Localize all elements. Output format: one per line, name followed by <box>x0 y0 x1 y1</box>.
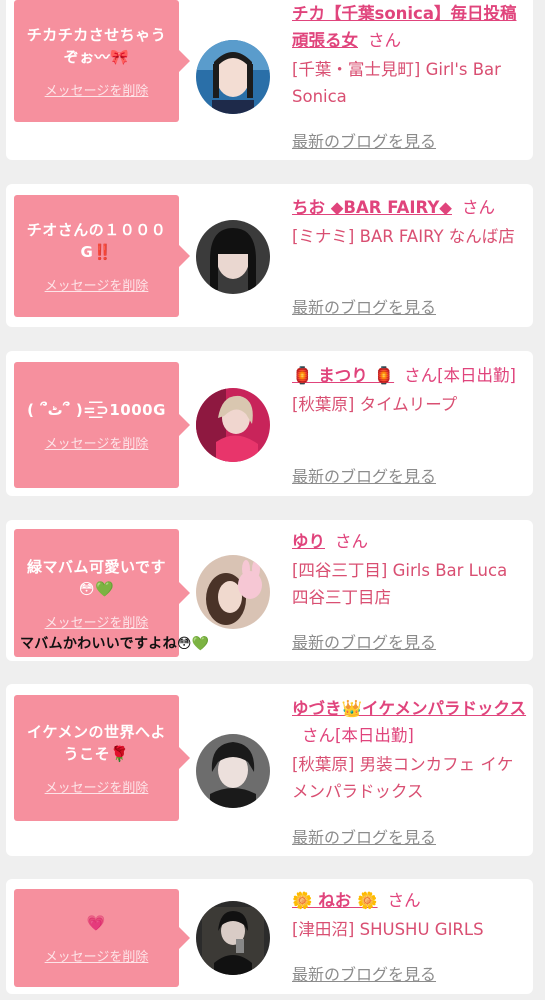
message-bubble: 💗 メッセージを削除 <box>14 889 190 987</box>
honorific: さん <box>404 366 438 385</box>
honorific: さん <box>335 532 368 551</box>
avatar[interactable] <box>196 40 270 114</box>
latest-blog-link[interactable]: 最新のブログを見る <box>292 128 436 152</box>
attendance-status: [本日出勤] <box>335 726 414 745</box>
shop-info: [津田沼] SHUSHU GIRLS <box>292 920 484 939</box>
cast-info: 🌼 ねお 🌼 さん [津田沼] SHUSHU GIRLS <box>292 887 528 943</box>
cast-info: 🏮 まつり 🏮 さん[本日出勤] [秋葉原] タイムリープ <box>292 362 528 418</box>
delete-message-link[interactable]: メッセージを削除 <box>45 433 149 452</box>
cast-info: チカ【千葉sonica】毎日投稿頑張る女 さん [千葉・富士見町] Girl's … <box>292 0 528 110</box>
avatar[interactable] <box>196 555 270 629</box>
shop-info: [四谷三丁目] Girls Bar Luca 四谷三丁目店 <box>292 561 508 607</box>
message-bubble: ( ՞ٹ՞ )=͟͟͞͞⊃1000G メッセージを削除 <box>14 362 190 488</box>
cast-name-link[interactable]: ちお ◆BAR FAIRY◆ <box>292 198 452 217</box>
latest-blog-link[interactable]: 最新のブログを見る <box>292 463 436 487</box>
delete-message-link[interactable]: メッセージを削除 <box>45 80 149 99</box>
shop-info: [千葉・富士見町] Girl's Bar Sonica <box>292 60 501 106</box>
message-bubble: チカチカさせちゃうぞぉ〰🎀 メッセージを削除 <box>14 0 190 122</box>
cast-info: ゆづき👑イケメンパラドックスさん[本日出勤] [秋葉原] 男装コンカフェ イケメ… <box>292 695 528 805</box>
delete-message-link[interactable]: メッセージを削除 <box>45 777 149 796</box>
message-bubble: チオさんの１０００G‼️ メッセージを削除 <box>14 195 190 317</box>
avatar[interactable] <box>196 901 270 975</box>
message-text: チカチカさせちゃうぞぉ〰🎀 <box>26 25 167 66</box>
cast-info: ゆり さん [四谷三丁目] Girls Bar Luca 四谷三丁目店 <box>292 528 528 611</box>
message-text: ( ՞ٹ՞ )=͟͟͞͞⊃1000G <box>27 400 166 419</box>
message-bubble: イケメンの世界へようこそ🌹 メッセージを削除 <box>14 695 190 821</box>
latest-blog-link[interactable]: 最新のブログを見る <box>292 294 436 318</box>
shop-info: [ミナミ] BAR FAIRY なんば店 <box>292 227 515 246</box>
message-card: チオさんの１０００G‼️ メッセージを削除 ちお ◆BAR FAIRY◆ さん [… <box>6 184 533 327</box>
cast-name-link[interactable]: チカ【千葉sonica】毎日投稿頑張る女 <box>292 4 516 50</box>
cast-name-link[interactable]: 🏮 まつり 🏮 <box>292 366 394 385</box>
honorific: さん <box>368 31 401 50</box>
honorific: さん <box>461 198 495 217</box>
cast-name-link[interactable]: ゆづき👑イケメンパラドックス <box>292 699 526 718</box>
message-text: イケメンの世界へようこそ🌹 <box>26 722 167 763</box>
message-card: 💗 メッセージを削除 🌼 ねお 🌼 さん [津田沼] SHUSHU GIRLS 最… <box>6 879 533 994</box>
message-card: ( ՞ٹ՞ )=͟͟͞͞⊃1000G メッセージを削除 🏮 まつり 🏮 さん[本日… <box>6 351 533 496</box>
latest-blog-link[interactable]: 最新のブログを見る <box>292 629 436 653</box>
honorific: さん <box>387 891 421 910</box>
cast-name-link[interactable]: 🌼 ねお 🌼 <box>292 891 378 910</box>
message-text: チオさんの１０００G‼️ <box>26 220 167 261</box>
avatar[interactable] <box>196 388 270 462</box>
delete-message-link[interactable]: メッセージを削除 <box>45 946 149 965</box>
cast-info: ちお ◆BAR FAIRY◆ さん [ミナミ] BAR FAIRY なんば店 <box>292 194 528 250</box>
avatar[interactable] <box>196 734 270 808</box>
delete-message-link[interactable]: メッセージを削除 <box>45 612 149 631</box>
avatar[interactable] <box>196 220 270 294</box>
reply-text: マバムかわいいですよね😳💚 <box>20 636 210 652</box>
shop-info: [秋葉原] タイムリープ <box>292 395 458 414</box>
latest-blog-link[interactable]: 最新のブログを見る <box>292 961 436 985</box>
message-text: 💗 <box>86 913 107 932</box>
shop-info: [秋葉原] 男装コンカフェ イケメンパラドックス <box>292 755 514 801</box>
honorific: さん <box>302 726 335 745</box>
message-text: 緑マバム可愛いです😳💚 <box>26 557 167 598</box>
message-card: イケメンの世界へようこそ🌹 メッセージを削除 ゆづき👑イケメンパラドックスさん[… <box>6 684 533 856</box>
attendance-status: [本日出勤] <box>437 366 516 385</box>
delete-message-link[interactable]: メッセージを削除 <box>45 275 149 294</box>
message-card: チカチカさせちゃうぞぉ〰🎀 メッセージを削除 チカ【千葉sonica】毎日投稿頑… <box>6 0 533 160</box>
cast-name-link[interactable]: ゆり <box>292 532 325 551</box>
latest-blog-link[interactable]: 最新のブログを見る <box>292 824 436 848</box>
